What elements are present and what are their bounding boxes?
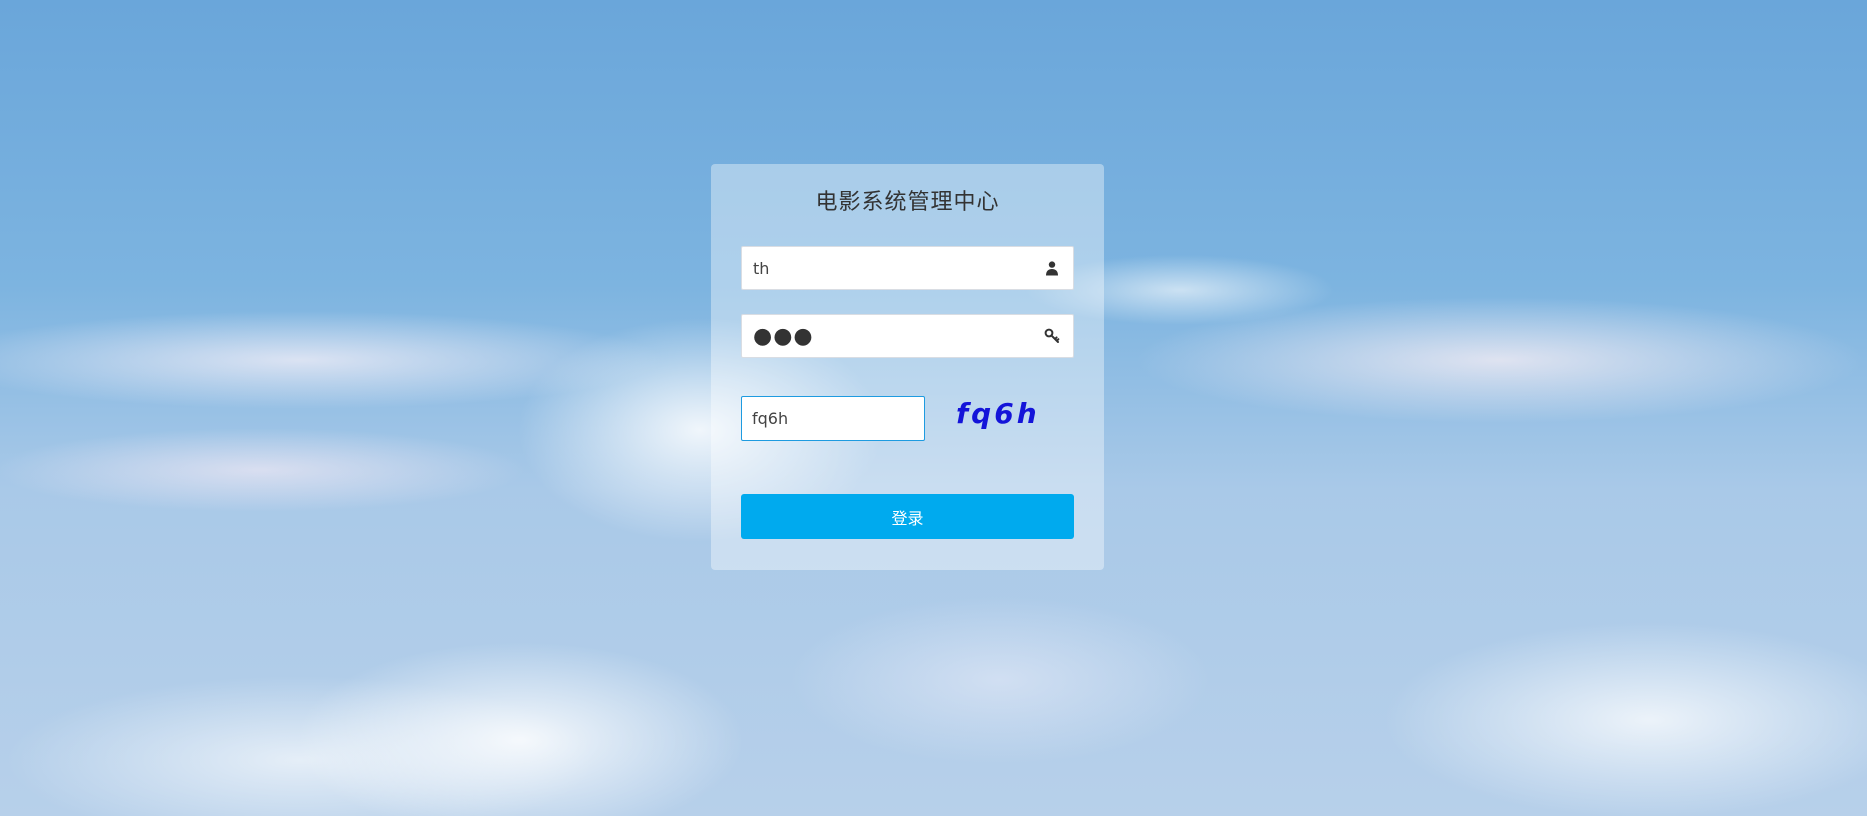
password-field[interactable] bbox=[741, 314, 1074, 358]
captcha-field[interactable] bbox=[741, 396, 925, 441]
login-button[interactable]: 登录 bbox=[741, 494, 1074, 539]
username-field[interactable] bbox=[741, 246, 1074, 290]
username-input[interactable] bbox=[742, 247, 1073, 289]
key-icon bbox=[1044, 328, 1060, 343]
page-title: 电影系统管理中心 bbox=[815, 190, 1000, 215]
captcha-image[interactable]: fq6h bbox=[956, 390, 1066, 438]
user-icon bbox=[1046, 261, 1058, 276]
login-panel: 电影系统管理中心 fq6h 登录 bbox=[711, 164, 1104, 570]
password-input[interactable] bbox=[742, 315, 1073, 357]
captcha-input[interactable] bbox=[742, 397, 924, 440]
